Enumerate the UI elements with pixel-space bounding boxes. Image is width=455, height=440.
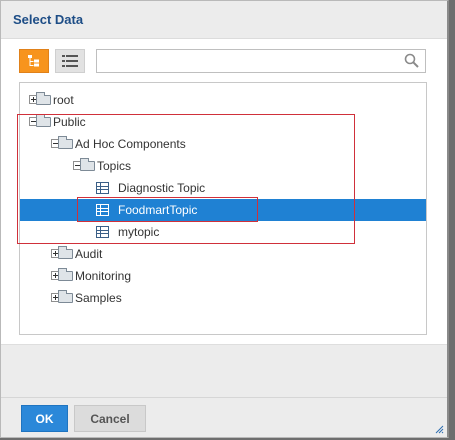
search-icon[interactable] [404, 53, 419, 68]
data-tree: root Public Ad Hoc Components Topics Dia… [19, 82, 427, 335]
folder-icon [80, 158, 95, 171]
tree-node-label: Samples [75, 291, 122, 305]
dialog-footer: OK Cancel [1, 344, 447, 437]
select-data-dialog: Select Data root Public Ad Hoc Component… [0, 0, 449, 438]
tree-node-public[interactable]: Public [20, 111, 426, 133]
folder-icon [58, 136, 73, 149]
tree-view-icon [28, 55, 39, 67]
topic-icon [96, 204, 109, 216]
tree-node-monitoring[interactable]: Monitoring [20, 265, 426, 287]
tree-node-diagnostic-topic[interactable]: Diagnostic Topic [20, 177, 426, 199]
topic-icon [96, 182, 109, 194]
folder-icon [58, 290, 73, 303]
tree-node-label: Audit [75, 247, 103, 261]
tree-node-topics[interactable]: Topics [20, 155, 426, 177]
tree-node-foodmart-topic[interactable]: FoodmartTopic [20, 199, 426, 221]
tree-node-root[interactable]: root [20, 89, 426, 111]
dialog-titlebar: Select Data [1, 1, 447, 39]
tree-node-audit[interactable]: Audit [20, 243, 426, 265]
tree-node-label: Diagnostic Topic [118, 181, 206, 195]
folder-icon [36, 114, 51, 127]
tree-node-samples[interactable]: Samples [20, 287, 426, 309]
search-box [96, 49, 426, 73]
cancel-button[interactable]: Cancel [74, 405, 146, 432]
tree-node-label: Monitoring [75, 269, 132, 283]
topic-icon [96, 226, 109, 238]
tree-view-button[interactable] [19, 49, 49, 73]
tree-node-ad-hoc-components[interactable]: Ad Hoc Components [20, 133, 426, 155]
tree-node-label: Public [53, 115, 86, 129]
folder-icon [58, 268, 73, 281]
tree-node-label: FoodmartTopic [118, 203, 198, 217]
list-view-button[interactable] [55, 49, 85, 73]
list-view-icon [62, 55, 78, 67]
folder-icon [36, 92, 51, 105]
ok-button[interactable]: OK [21, 405, 68, 432]
resize-grip-icon[interactable] [435, 425, 444, 434]
tree-node-mytopic[interactable]: mytopic [20, 221, 426, 243]
search-input[interactable] [101, 52, 395, 72]
tree-node-label: Ad Hoc Components [75, 137, 186, 151]
footer-divider [1, 397, 447, 398]
tree-node-label: root [53, 93, 74, 107]
tree-node-label: mytopic [118, 225, 160, 239]
folder-icon [58, 246, 73, 259]
tree-node-label: Topics [97, 159, 132, 173]
dialog-title: Select Data [13, 12, 84, 27]
